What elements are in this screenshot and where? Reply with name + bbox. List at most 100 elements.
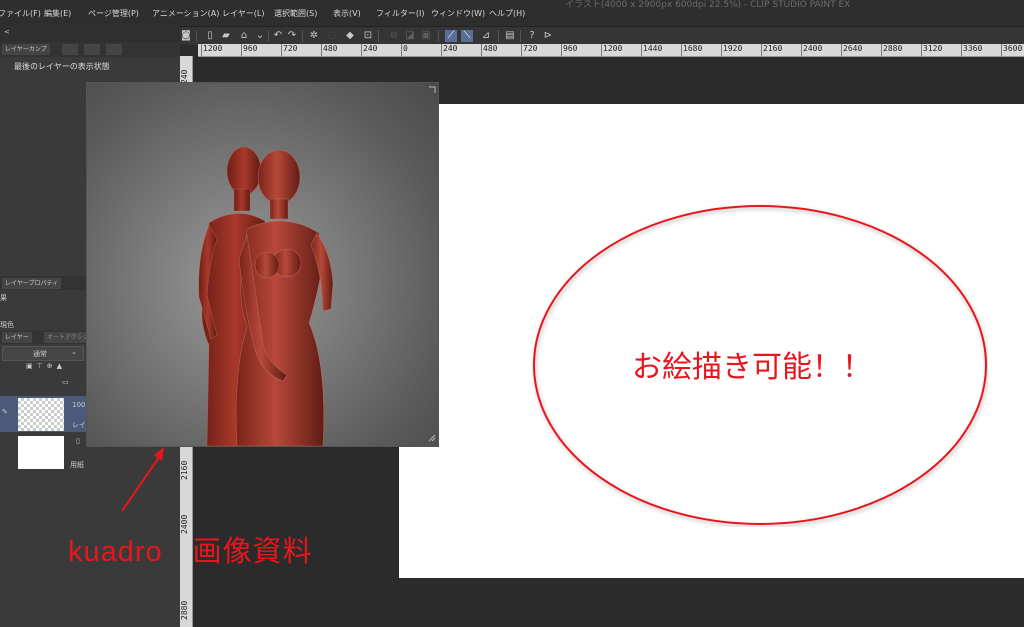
- ruler-tick: [441, 44, 442, 56]
- ruler-tick: [601, 44, 602, 56]
- menu-file[interactable]: ファイル(F): [0, 8, 41, 19]
- layer-tabs: レイヤー オートアクション: [0, 331, 98, 344]
- ruler-label: 3600: [1003, 44, 1023, 53]
- save-icon[interactable]: ⌂: [238, 30, 250, 42]
- layer-comp-state: 最後のレイヤーの表示状態: [14, 62, 110, 71]
- ruler-label: 720: [523, 44, 538, 53]
- menu-animation[interactable]: アニメーション(A): [152, 8, 219, 19]
- tab-layer-comp[interactable]: レイヤーカンプ: [2, 44, 50, 55]
- tab-layer-property[interactable]: レイヤープロパティ: [2, 278, 62, 289]
- panel-header: <: [0, 26, 180, 42]
- invert-icon[interactable]: ◪: [404, 30, 416, 42]
- ruler-tick: [401, 44, 402, 56]
- layer-name: レイ: [72, 421, 86, 429]
- fill-icon[interactable]: ◆: [344, 30, 356, 42]
- tab-icon-c[interactable]: [106, 44, 122, 55]
- redo-icon[interactable]: ↷: [286, 30, 298, 42]
- tab-icon-b[interactable]: [84, 44, 100, 55]
- menu-layer[interactable]: レイヤー(L): [222, 8, 264, 19]
- menu-view[interactable]: 表示(V): [333, 8, 361, 19]
- annotation-label: kuadro 画像資料: [68, 536, 313, 568]
- drawable-annotation: お絵描き可能！！: [632, 350, 872, 385]
- ruler-tick: [961, 44, 962, 56]
- open-folder-icon[interactable]: ▰: [220, 30, 232, 42]
- layer-opacity: 100: [72, 401, 86, 409]
- ruler-tick: [201, 44, 202, 56]
- menu-edit[interactable]: 編集(E): [44, 8, 71, 19]
- new-layer-icon[interactable]: ▭: [62, 378, 69, 386]
- ruler-tick: [921, 44, 922, 56]
- menu-bar: イラスト(4000 x 2900px 600dpi 22.5%) - CLIP …: [0, 0, 1024, 26]
- figure-reference-image: [198, 86, 436, 446]
- snap-grid-icon[interactable]: ⊿: [480, 30, 492, 42]
- ruler-label: 3360: [963, 44, 983, 53]
- ruler-label: 480: [323, 44, 338, 53]
- ruler-label: 3120: [923, 44, 943, 53]
- collapse-icon[interactable]: <: [4, 28, 10, 36]
- pen-icon: ✎: [2, 408, 8, 416]
- tab-layer[interactable]: レイヤー: [2, 332, 32, 343]
- ruler-label: 1200: [603, 44, 623, 53]
- undo-icon[interactable]: ↶: [272, 30, 284, 42]
- app-icon[interactable]: ◙: [180, 30, 192, 42]
- new-file-icon[interactable]: ▯: [204, 30, 216, 42]
- ruler-label: 2640: [843, 44, 863, 53]
- page-icon[interactable]: ▤: [504, 30, 516, 42]
- crop-icon[interactable]: ▣: [420, 30, 432, 42]
- deselect-icon[interactable]: ⊘: [388, 30, 400, 42]
- clear-icon[interactable]: ◌: [326, 30, 338, 42]
- horizontal-ruler: 1200 960 720 480 240 0 240 480 720 960 1200 1440 168…: [198, 44, 1024, 57]
- ruler-label: 2160: [763, 44, 783, 53]
- menu-selection[interactable]: 選択範囲(S): [274, 8, 317, 19]
- effect-label: 果: [0, 294, 7, 302]
- window-title: イラスト(4000 x 2900px 600dpi 22.5%) - CLIP …: [565, 0, 851, 10]
- dropdown-icon[interactable]: ⌄: [254, 30, 266, 42]
- ruler-label: 240: [443, 44, 458, 53]
- ruler-tick: [481, 44, 482, 56]
- layer-comp-tabs: レイヤーカンプ: [0, 42, 180, 57]
- flip-icon[interactable]: ⊳: [542, 30, 554, 42]
- tab-icon-a[interactable]: [62, 44, 78, 55]
- ruler-tick: [681, 44, 682, 56]
- blend-mode-value: 通常: [33, 350, 47, 358]
- paper-thumbnail: [18, 436, 64, 469]
- menu-page[interactable]: ページ管理(P): [88, 8, 139, 19]
- transform-icon[interactable]: ⊡: [362, 30, 374, 42]
- ruler-tick: [761, 44, 762, 56]
- loading-icon[interactable]: ✲: [308, 30, 320, 42]
- ruler-tick: [841, 44, 842, 56]
- menu-filter[interactable]: フィルター(I): [376, 8, 424, 19]
- paper-layer-name: 用紙: [70, 461, 84, 469]
- ruler-tick: [721, 44, 722, 56]
- ruler-tick: [521, 44, 522, 56]
- layer-toolbar-icons[interactable]: ▣⊤⊕▲: [26, 362, 66, 370]
- ruler-tick: [281, 44, 282, 56]
- chevron-down-icon: ⌄: [71, 348, 77, 356]
- layer-row-paper[interactable]: ▯ 用紙: [0, 434, 86, 472]
- ruler-label: 2160: [180, 460, 189, 480]
- ruler-label: 1200: [203, 44, 223, 53]
- ruler-label: 1680: [683, 44, 703, 53]
- reference-image-window[interactable]: [86, 82, 439, 447]
- ruler-label: 1440: [643, 44, 663, 53]
- ruler-tick: [561, 44, 562, 56]
- ruler-label: 720: [283, 44, 298, 53]
- menu-help[interactable]: ヘルプ(H): [489, 8, 525, 19]
- ruler-label: 2880: [883, 44, 903, 53]
- ruler-tick: [241, 44, 242, 56]
- layer-thumbnail: [18, 398, 64, 431]
- help-icon[interactable]: ?: [526, 30, 538, 42]
- layer-row-selected[interactable]: ✎ 100 レイ: [0, 396, 86, 432]
- ruler-tick: [881, 44, 882, 56]
- blend-mode-select[interactable]: 通常 ⌄: [2, 346, 84, 361]
- snap-ruler-icon[interactable]: ⟋: [445, 30, 457, 42]
- ruler-label: 480: [483, 44, 498, 53]
- paper-icon: ▯: [76, 437, 80, 445]
- ruler-label: 960: [563, 44, 578, 53]
- ruler-label: 1920: [723, 44, 743, 53]
- snap-special-icon[interactable]: ⟍: [461, 30, 473, 42]
- menu-window[interactable]: ウィンドウ(W): [431, 8, 485, 19]
- ruler-label: 2880: [180, 600, 189, 620]
- ruler-label: 0: [403, 44, 408, 53]
- ruler-label: 240: [363, 44, 378, 53]
